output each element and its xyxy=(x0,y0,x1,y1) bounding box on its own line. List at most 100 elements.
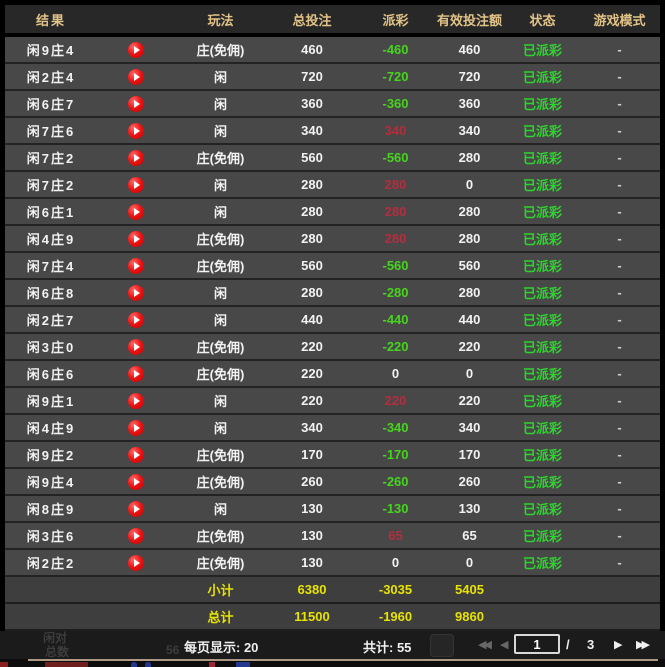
total-bet-cell: 460 xyxy=(266,42,358,57)
total-bet-cell: 360 xyxy=(266,96,358,111)
replay-button[interactable] xyxy=(128,474,144,490)
replay-button[interactable] xyxy=(128,123,144,139)
valid-bet-cell: 220 xyxy=(433,339,506,354)
replay-button[interactable] xyxy=(128,96,144,112)
play-type-cell: 庄(免佣) xyxy=(175,40,266,59)
play-icon xyxy=(134,262,140,270)
result-cell: 闲9庄4 xyxy=(5,40,97,59)
payout-cell: -260 xyxy=(358,474,433,489)
play-icon xyxy=(134,289,140,297)
play-icon xyxy=(134,73,140,81)
bet-history-panel: 结果 玩法 总投注 派彩 有效投注额 状态 游戏模式 闲9庄4 庄(免佣) 46… xyxy=(0,0,665,667)
status-cell: 已派彩 xyxy=(506,499,579,518)
replay-button[interactable] xyxy=(128,69,144,85)
table-row: 闲9庄2 庄(免佣) 170 -170 170 已派彩 - xyxy=(5,442,660,469)
replay-button[interactable] xyxy=(128,366,144,382)
total-bet-cell: 130 xyxy=(266,555,358,570)
payout-cell: -560 xyxy=(358,150,433,165)
play-icon xyxy=(134,154,140,162)
game-mode-cell: - xyxy=(579,96,660,111)
column-header-payout: 派彩 xyxy=(358,10,433,29)
background-divider-line xyxy=(28,659,658,661)
play-type-cell: 闲 xyxy=(175,283,266,302)
table-row: 闲3庄0 庄(免佣) 220 -220 220 已派彩 - xyxy=(5,334,660,361)
play-type-cell: 闲 xyxy=(175,121,266,140)
total-bet-cell: 280 xyxy=(266,231,358,246)
play-type-cell: 闲 xyxy=(175,202,266,221)
result-cell: 闲2庄4 xyxy=(5,67,97,86)
replay-button[interactable] xyxy=(128,177,144,193)
replay-button[interactable] xyxy=(128,258,144,274)
replay-button[interactable] xyxy=(128,555,144,571)
status-cell: 已派彩 xyxy=(506,121,579,140)
table-row: 闲6庄1 闲 280 280 280 已派彩 - xyxy=(5,199,660,226)
table-header: 结果 玩法 总投注 派彩 有效投注额 状态 游戏模式 xyxy=(5,5,660,33)
ghost-background-value: 56 xyxy=(166,643,179,657)
play-icon xyxy=(134,46,140,54)
table-row: 闲9庄1 闲 220 220 220 已派彩 - xyxy=(5,388,660,415)
per-page-label: 每页显示: 20 xyxy=(184,637,258,656)
table-row: 闲3庄6 庄(免佣) 130 65 65 已派彩 - xyxy=(5,523,660,550)
game-mode-cell: - xyxy=(579,312,660,327)
status-cell: 已派彩 xyxy=(506,283,579,302)
play-type-cell: 庄(免佣) xyxy=(175,526,266,545)
replay-button[interactable] xyxy=(128,312,144,328)
total-count-label: 共计: 55 xyxy=(363,637,411,656)
payout-cell: -170 xyxy=(358,447,433,462)
play-type-cell: 庄(免佣) xyxy=(175,472,266,491)
total-bet-cell: 440 xyxy=(266,312,358,327)
page-number-input[interactable] xyxy=(514,634,560,654)
game-mode-cell: - xyxy=(579,123,660,138)
payout-cell: -460 xyxy=(358,42,433,57)
payout-cell: -560 xyxy=(358,258,433,273)
result-cell: 闲9庄2 xyxy=(5,445,97,464)
replay-button[interactable] xyxy=(128,42,144,58)
replay-button[interactable] xyxy=(128,501,144,517)
status-cell: 已派彩 xyxy=(506,229,579,248)
first-page-icon[interactable]: ◀◀ xyxy=(478,637,489,653)
table-row: 闲9庄4 庄(免佣) 260 -260 260 已派彩 - xyxy=(5,469,660,496)
play-icon xyxy=(134,127,140,135)
game-mode-cell: - xyxy=(579,420,660,435)
play-type-cell: 庄(免佣) xyxy=(175,148,266,167)
play-type-cell: 闲 xyxy=(175,67,266,86)
prev-page-icon[interactable]: ◀ xyxy=(500,637,508,653)
table-row: 闲7庄2 庄(免佣) 560 -560 280 已派彩 - xyxy=(5,145,660,172)
play-type-cell: 庄(免佣) xyxy=(175,445,266,464)
result-cell: 闲3庄6 xyxy=(5,526,97,545)
total-pages: 3 xyxy=(587,637,594,652)
result-cell: 闲6庄1 xyxy=(5,202,97,221)
replay-button[interactable] xyxy=(128,285,144,301)
subtotal-valid-bet: 5405 xyxy=(433,582,506,597)
replay-button[interactable] xyxy=(128,231,144,247)
replay-button[interactable] xyxy=(128,204,144,220)
game-mode-cell: - xyxy=(579,258,660,273)
play-icon xyxy=(134,343,140,351)
play-type-cell: 闲 xyxy=(175,391,266,410)
replay-button[interactable] xyxy=(128,339,144,355)
valid-bet-cell: 280 xyxy=(433,231,506,246)
play-type-cell: 庄(免佣) xyxy=(175,229,266,248)
status-cell: 已派彩 xyxy=(506,40,579,59)
replay-button[interactable] xyxy=(128,393,144,409)
replay-button[interactable] xyxy=(128,447,144,463)
table-row: 闲2庄2 庄(免佣) 130 0 0 已派彩 - xyxy=(5,550,660,577)
valid-bet-cell: 280 xyxy=(433,285,506,300)
replay-button[interactable] xyxy=(128,420,144,436)
status-cell: 已派彩 xyxy=(506,94,579,113)
total-bet-cell: 280 xyxy=(266,177,358,192)
replay-button[interactable] xyxy=(128,150,144,166)
valid-bet-cell: 170 xyxy=(433,447,506,462)
play-type-cell: 闲 xyxy=(175,418,266,437)
play-type-cell: 闲 xyxy=(175,94,266,113)
total-total-bet: 11500 xyxy=(266,609,358,624)
play-icon xyxy=(134,478,140,486)
next-page-icon[interactable]: ▶ xyxy=(614,637,622,653)
valid-bet-cell: 360 xyxy=(433,96,506,111)
replay-button[interactable] xyxy=(128,528,144,544)
last-page-icon[interactable]: ▶▶ xyxy=(636,637,647,653)
valid-bet-cell: 340 xyxy=(433,123,506,138)
result-cell: 闲4庄9 xyxy=(5,229,97,248)
table-row: 闲8庄9 闲 130 -130 130 已派彩 - xyxy=(5,496,660,523)
game-mode-cell: - xyxy=(579,555,660,570)
